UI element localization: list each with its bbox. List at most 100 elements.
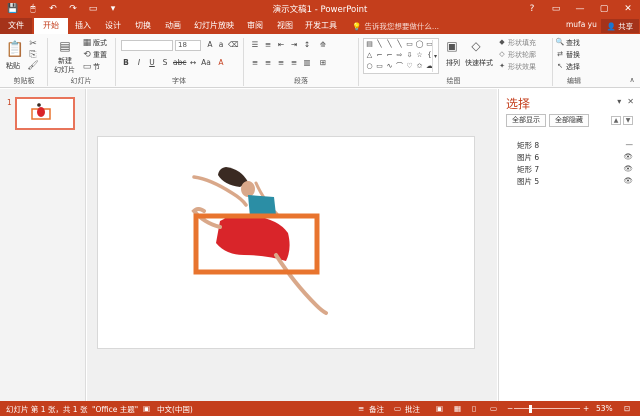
paste-label[interactable]: 粘贴	[6, 61, 20, 71]
select-icon[interactable]: ↖	[556, 62, 564, 70]
zoom-slider[interactable]	[514, 408, 580, 409]
reading-view-icon[interactable]: ▯	[472, 404, 476, 413]
connector-shape-icon[interactable]: ⌐	[385, 51, 394, 59]
justify-icon[interactable]: ≡	[289, 58, 299, 68]
paste-icon[interactable]: 📋	[6, 39, 25, 59]
tab-view[interactable]: 视图	[272, 18, 298, 34]
help-icon[interactable]: ?	[520, 0, 544, 18]
tab-animations[interactable]: 动画	[160, 18, 186, 34]
new-slide-label-2[interactable]: 幻灯片	[54, 65, 75, 75]
star-shape-icon[interactable]: ☆	[415, 51, 424, 59]
notes-button[interactable]: 备注	[369, 404, 384, 415]
arrange-label[interactable]: 排列	[446, 58, 460, 68]
zoom-slider-thumb[interactable]	[528, 405, 532, 413]
connector-shape-icon[interactable]: ⌐	[375, 51, 384, 59]
tab-transitions[interactable]: 切换	[130, 18, 156, 34]
close-icon[interactable]: ✕	[616, 0, 640, 18]
replace-icon[interactable]: ⇄	[556, 50, 564, 58]
hide-all-button[interactable]: 全部隐藏	[549, 114, 589, 127]
columns-icon[interactable]: ▥	[302, 58, 312, 68]
shapes-gallery[interactable]: ▤ ╲ ╲ ╲ ▭ ◯ ▭ △ ⌐ ⌐ ⇨ ⇩ ☆ { ○ ▭ ∿ ⌒ ♡ ✩ …	[363, 38, 439, 74]
bring-forward-icon[interactable]: ▲	[611, 116, 621, 125]
tab-file[interactable]: 文件	[0, 18, 32, 34]
layout-label[interactable]: 版式	[93, 38, 107, 48]
tell-me-box[interactable]: 💡 告诉我您想要做什么...	[352, 20, 439, 32]
line-shape-icon[interactable]: ╲	[375, 40, 384, 48]
bold-icon[interactable]: B	[121, 58, 131, 68]
arc-shape-icon[interactable]: ⌒	[395, 62, 404, 70]
circle-shape-icon[interactable]: ○	[365, 62, 374, 70]
strikethrough-icon[interactable]: abc	[173, 58, 186, 68]
oval-shape-icon[interactable]: ◯	[415, 40, 424, 48]
zoom-level[interactable]: 53%	[596, 404, 613, 413]
zoom-in-icon[interactable]: +	[583, 404, 589, 413]
list-item[interactable]: 矩形 7 👁	[517, 164, 635, 175]
list-item[interactable]: 矩形 8 —	[517, 140, 635, 151]
new-slide-icon[interactable]: ▤	[56, 38, 74, 54]
copy-icon[interactable]: ⎘	[28, 50, 38, 60]
slide[interactable]	[97, 136, 475, 349]
visibility-dash-icon[interactable]: —	[626, 140, 634, 149]
minimize-icon[interactable]: —	[568, 0, 592, 18]
eye-icon[interactable]: 👁	[623, 176, 633, 185]
align-right-icon[interactable]: ≡	[276, 58, 286, 68]
increase-indent-icon[interactable]: ⇥	[289, 40, 299, 50]
italic-icon[interactable]: I	[134, 58, 144, 68]
fit-slide-icon[interactable]: ⊡	[624, 404, 630, 413]
zoom-out-icon[interactable]: −	[507, 404, 513, 413]
align-left-icon[interactable]: ≡	[250, 58, 260, 68]
comments-button[interactable]: 批注	[405, 404, 420, 415]
section-icon[interactable]: ▭	[82, 62, 92, 72]
numbering-icon[interactable]: ≡	[263, 40, 273, 50]
line-spacing-icon[interactable]: ↕	[302, 40, 312, 50]
shadow-icon[interactable]: S	[160, 58, 170, 68]
section-label[interactable]: 节	[93, 62, 100, 72]
reset-label[interactable]: 重置	[93, 50, 107, 60]
decrease-font-icon[interactable]: a	[216, 40, 226, 50]
find-label[interactable]: 查找	[566, 38, 580, 48]
send-backward-icon[interactable]: ▼	[623, 116, 633, 125]
slide-sorter-icon[interactable]: ▦	[454, 404, 461, 413]
bullets-icon[interactable]: ☰	[250, 40, 260, 50]
cut-icon[interactable]: ✂	[28, 39, 38, 49]
share-button[interactable]: 👤 共享	[601, 19, 639, 33]
ribbon-display-icon[interactable]: ▭	[544, 0, 568, 18]
increase-font-icon[interactable]: A	[205, 40, 215, 50]
change-case-icon[interactable]: Aa	[201, 58, 211, 68]
language[interactable]: 中文(中国)	[157, 404, 193, 415]
font-color-icon[interactable]: A	[216, 58, 226, 68]
collapse-ribbon-icon[interactable]: ∧	[628, 76, 636, 84]
notes-icon[interactable]: ≡	[358, 404, 364, 413]
normal-view-icon[interactable]: ▣	[436, 404, 443, 413]
list-item[interactable]: 图片 6 👁	[517, 152, 635, 163]
arrange-icon[interactable]: ▣	[444, 38, 460, 54]
tab-design[interactable]: 设计	[100, 18, 126, 34]
select-label[interactable]: 选择	[566, 62, 580, 72]
decrease-indent-icon[interactable]: ⇤	[276, 40, 286, 50]
quick-styles-label[interactable]: 快速样式	[465, 58, 493, 68]
spell-check-icon[interactable]: ▣	[143, 404, 150, 413]
pane-options-icon[interactable]: ▾	[617, 97, 621, 106]
rectangle-shape-icon[interactable]: ▭	[405, 40, 414, 48]
tab-slideshow[interactable]: 幻灯片放映	[190, 18, 238, 34]
rectangle-shape-icon[interactable]: ▭	[375, 62, 384, 70]
shape-fill-icon[interactable]: ◆	[498, 38, 506, 46]
clear-format-icon[interactable]: ⌫	[228, 40, 239, 50]
arrow-shape-icon[interactable]: ⇩	[405, 51, 414, 59]
find-icon[interactable]: 🔍	[556, 38, 565, 46]
smartart-icon[interactable]: ⊞	[318, 58, 328, 68]
replace-label[interactable]: 替换	[566, 50, 580, 60]
shape-effects-icon[interactable]: ✦	[498, 62, 506, 70]
eye-icon[interactable]: 👁	[623, 164, 633, 173]
quick-styles-icon[interactable]: ◇	[468, 38, 484, 54]
char-spacing-icon[interactable]: ↔	[188, 58, 198, 68]
triangle-shape-icon[interactable]: △	[365, 51, 374, 59]
tab-home[interactable]: 开始	[34, 18, 68, 34]
close-pane-icon[interactable]: ✕	[627, 97, 634, 106]
comments-icon[interactable]: ▭	[394, 404, 401, 413]
user-name[interactable]: mufa yu	[566, 20, 597, 29]
reset-icon[interactable]: ⟲	[82, 50, 92, 60]
arrow-shape-icon[interactable]: ⇨	[395, 51, 404, 59]
tab-insert[interactable]: 插入	[70, 18, 96, 34]
align-center-icon[interactable]: ≡	[263, 58, 273, 68]
